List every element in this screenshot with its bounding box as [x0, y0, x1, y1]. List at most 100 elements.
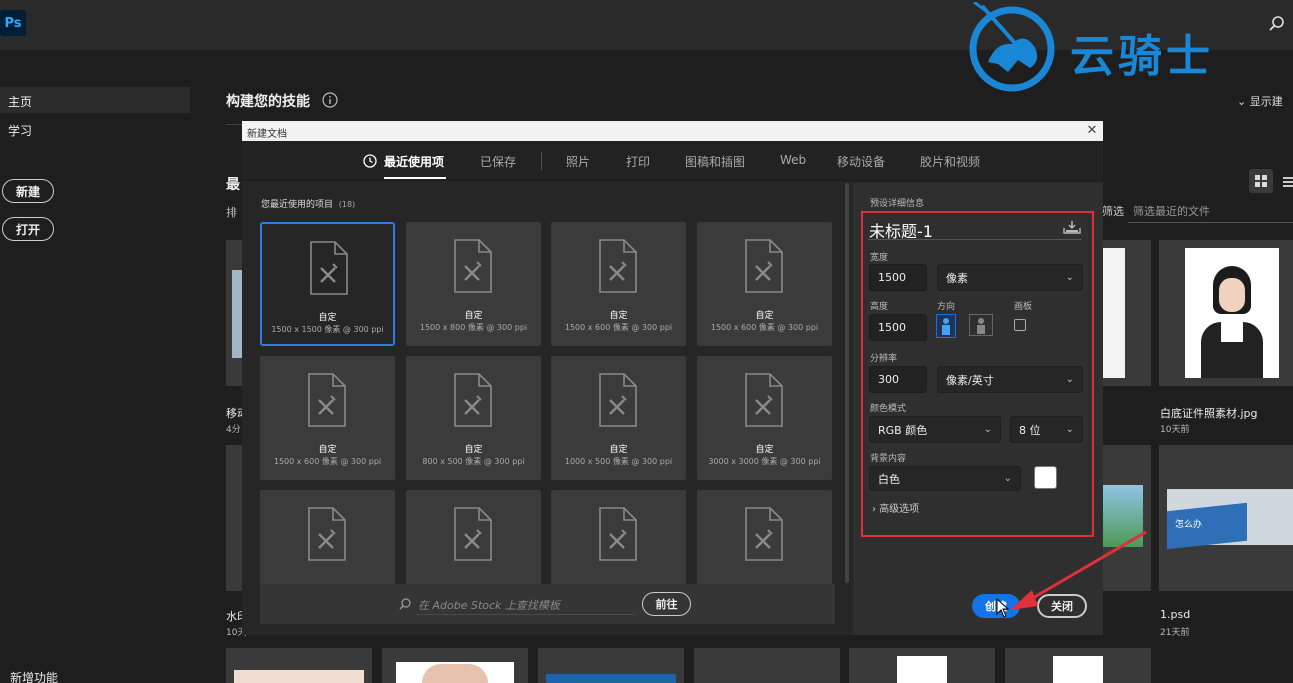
file-thumb[interactable]: [1103, 240, 1151, 386]
tab-web[interactable]: Web: [780, 153, 806, 167]
tab-print[interactable]: 打印: [626, 153, 650, 170]
preset-details-heading: 预设详细信息: [870, 199, 925, 209]
photoshop-logo: Ps: [0, 10, 26, 36]
close-icon[interactable]: ✕: [1082, 121, 1102, 141]
preset-name: 自定: [464, 445, 483, 455]
sort-label: 排: [226, 206, 237, 219]
preset-size: 1000 x 500 像素 @ 300 ppi: [564, 457, 673, 466]
preset-name: 自定: [755, 311, 774, 321]
filter-label: 筛选: [1102, 205, 1124, 218]
preset-name: 自定: [318, 313, 337, 323]
document-icon: [745, 239, 783, 293]
highlight-box: [861, 211, 1094, 537]
file-thumb[interactable]: [226, 445, 242, 591]
preset-size: 1500 x 1500 像素 @ 300 ppi: [271, 325, 384, 334]
recent-items-text: 您最近使用的项目: [261, 200, 334, 210]
tab-underline: [384, 177, 446, 179]
tab-film-video[interactable]: 胶片和视频: [920, 153, 980, 170]
go-button[interactable]: 前往: [642, 592, 691, 616]
file-thumb-photo[interactable]: [1159, 240, 1293, 386]
file-thumb[interactable]: [849, 648, 995, 683]
preset-size: 3000 x 3000 像素 @ 300 ppi: [708, 457, 821, 466]
tab-art-illustration[interactable]: 图稿和插图: [685, 153, 745, 170]
preset-name: 自定: [755, 445, 774, 455]
preset-tile[interactable]: 自定 1500 x 800 像素 @ 300 ppi: [406, 222, 541, 346]
recent-heading: 最: [226, 177, 240, 193]
search-icon: [399, 598, 411, 610]
file-thumb[interactable]: [694, 648, 840, 683]
file-thumb[interactable]: [226, 648, 372, 683]
document-icon: [310, 241, 348, 295]
preset-size: 1500 x 600 像素 @ 300 ppi: [710, 323, 819, 332]
document-icon: [454, 239, 492, 293]
preset-tile[interactable]: 自定 1500 x 600 像素 @ 300 ppi: [551, 222, 686, 346]
preset-size: 1500 x 600 像素 @ 300 ppi: [564, 323, 673, 332]
document-icon: [454, 373, 492, 427]
new-button[interactable]: 新建: [2, 179, 54, 203]
recent-items-count: (18): [338, 200, 356, 209]
watermark: 云骑士: [968, 2, 1268, 92]
search-icon[interactable]: [1267, 14, 1287, 34]
document-icon: [599, 373, 637, 427]
preset-name: 自定: [318, 445, 337, 455]
document-icon: [745, 373, 783, 427]
preset-size: 800 x 500 像素 @ 300 ppi: [422, 457, 525, 466]
preset-tile[interactable]: 自定 1500 x 600 像素 @ 300 ppi: [260, 356, 395, 480]
stock-search-underline: [415, 614, 635, 615]
document-icon: [454, 507, 492, 561]
sidebar-whats-new[interactable]: 新增功能: [10, 669, 58, 683]
document-icon: [599, 239, 637, 293]
tab-mobile[interactable]: 移动设备: [837, 153, 885, 170]
scrollbar[interactable]: [845, 183, 849, 583]
preset-name: 自定: [464, 311, 483, 321]
tab-saved[interactable]: 已保存: [480, 153, 516, 170]
mouse-cursor-icon: [996, 598, 1010, 618]
preset-tile[interactable]: 自定 1500 x 1500 像素 @ 300 ppi: [260, 222, 395, 346]
info-icon[interactable]: [322, 92, 338, 108]
preset-tile[interactable]: 自定 1000 x 500 像素 @ 300 ppi: [551, 356, 686, 480]
preset-tile[interactable]: 自定 3000 x 3000 像素 @ 300 ppi: [697, 356, 832, 480]
sidebar-item-learn[interactable]: 学习: [8, 122, 32, 139]
preset-size: 1500 x 800 像素 @ 300 ppi: [419, 323, 528, 332]
file-thumb[interactable]: [226, 240, 242, 386]
preset-size: 1500 x 600 像素 @ 300 ppi: [273, 457, 382, 466]
preset-name: 自定: [609, 311, 628, 321]
clock-icon: [363, 154, 377, 168]
preset-name: 自定: [609, 445, 628, 455]
file-thumb[interactable]: [538, 648, 684, 683]
open-button[interactable]: 打开: [2, 217, 54, 241]
portrait-photo: [1185, 248, 1279, 378]
stock-search-input[interactable]: 在 Adobe Stock 上查找模板: [418, 597, 560, 613]
dialog-title: 新建文档: [242, 121, 1103, 141]
file-thumb[interactable]: [382, 648, 528, 683]
document-icon: [745, 507, 783, 561]
document-icon: [599, 507, 637, 561]
show-suggestions-toggle[interactable]: ⌄ 显示建: [1237, 93, 1283, 109]
tab-recent[interactable]: 最近使用项: [384, 153, 444, 170]
file-name: 1.psd: [1160, 608, 1191, 621]
file-time: 21天前: [1160, 628, 1190, 638]
file-time: 4分: [226, 425, 241, 435]
thumb-caption: 怎么办: [1175, 520, 1203, 530]
document-icon: [308, 373, 346, 427]
grid-view-icon[interactable]: [1249, 169, 1273, 193]
tab-photo[interactable]: 照片: [566, 153, 590, 170]
preset-tile[interactable]: 自定 800 x 500 像素 @ 300 ppi: [406, 356, 541, 480]
file-thumb[interactable]: [1005, 648, 1151, 683]
page-title: 构建您的技能: [226, 94, 310, 110]
file-time: 10天前: [1160, 425, 1190, 435]
knight-logo-icon: [969, 2, 1055, 92]
show-suggestions-label: 显示建: [1249, 95, 1283, 108]
list-view-icon[interactable]: [1283, 174, 1293, 188]
tab-divider: [541, 152, 542, 170]
filter-underline: [1128, 222, 1293, 223]
file-name: 白底证件照素材.jpg: [1160, 407, 1258, 420]
filter-input[interactable]: 筛选最近的文件: [1133, 203, 1210, 219]
watermark-text: 云骑士: [1070, 31, 1214, 82]
sidebar-item-home[interactable]: 主页: [8, 93, 32, 110]
preset-tile[interactable]: 自定 1500 x 600 像素 @ 300 ppi: [697, 222, 832, 346]
file-thumb[interactable]: 怎么办: [1159, 445, 1293, 591]
recent-items-label: 您最近使用的项目 (18): [261, 197, 355, 210]
document-icon: [308, 507, 346, 561]
chevron-down-icon: ⌄: [1237, 95, 1250, 108]
